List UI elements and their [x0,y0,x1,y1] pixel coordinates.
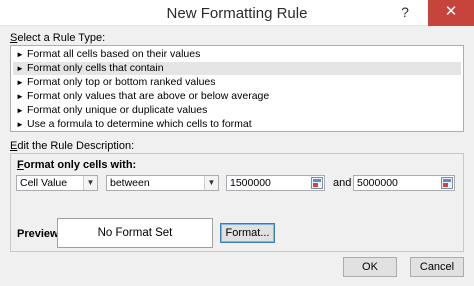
rule-item-above-below-average[interactable]: ► Format only values that are above or be… [13,90,461,103]
preview-box: No Format Set [57,218,213,248]
rule-item-top-bottom[interactable]: ► Format only top or bottom ranked values [13,76,461,89]
cancel-button[interactable]: Cancel [410,257,464,277]
condition-select[interactable]: Cell Value ▼ [16,175,98,191]
bullet-icon: ► [16,50,24,59]
range-selector-icon[interactable] [311,177,323,189]
format-button[interactable]: Format... [220,223,275,243]
operator-select[interactable]: between ▼ [106,175,219,191]
rule-type-label: Select a Rule Type: [10,32,106,44]
close-button[interactable]: ✕ [428,0,474,26]
rule-type-list[interactable]: ► Format all cells based on their values … [10,45,464,132]
rule-item-cells-contain[interactable]: ► Format only cells that contain [13,62,461,75]
chevron-down-icon[interactable]: ▼ [204,176,218,190]
bullet-icon: ► [16,78,24,87]
bullet-icon: ► [16,64,24,73]
preview-label: Preview: [17,228,63,240]
value1-field[interactable]: 1500000 [226,175,325,191]
rule-item-formula[interactable]: ► Use a formula to determine which cells … [13,118,461,131]
bullet-icon: ► [16,106,24,115]
chevron-down-icon[interactable]: ▼ [83,176,97,190]
ok-button[interactable]: OK [343,257,397,277]
and-label: and [333,177,352,189]
title-bar: New Formatting Rule ? ✕ [0,0,474,26]
bullet-icon: ► [16,92,24,101]
rule-item-all-cells[interactable]: ► Format all cells based on their values [13,48,461,61]
value2-field[interactable]: 5000000 [353,175,455,191]
format-cells-heading: Format only cells with: [17,159,137,171]
rule-description-label: Edit the Rule Description: [10,140,135,152]
rule-item-unique-duplicate[interactable]: ► Format only unique or duplicate values [13,104,461,117]
range-selector-icon[interactable] [441,177,453,189]
help-icon[interactable]: ? [398,4,412,20]
bullet-icon: ► [16,120,24,129]
